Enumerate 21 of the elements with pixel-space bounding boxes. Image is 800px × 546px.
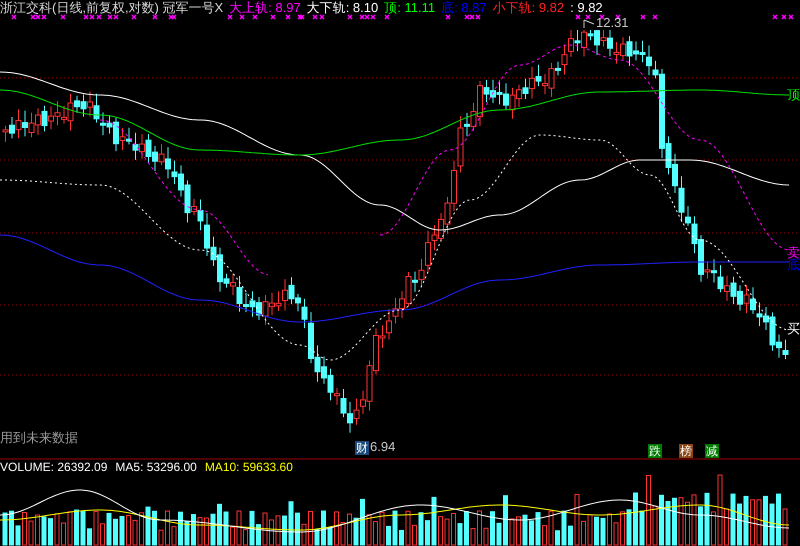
signal-badge: 减	[705, 444, 719, 458]
line-end-label: 卖	[787, 246, 800, 260]
indicator-reading: 大上轨: 8.97	[229, 0, 301, 16]
indicator-reading: 底: 8.87	[441, 0, 487, 16]
high-price-label: 12.31	[596, 16, 629, 30]
line-end-label: 顶	[787, 88, 800, 102]
line-end-label: 买	[787, 322, 800, 336]
volume-reading: MA5: 53296.00	[115, 460, 197, 474]
indicator-reading: 大下轨: 8.10	[306, 0, 378, 16]
signal-badge: 跌	[648, 444, 662, 458]
signal-badge: 榜	[679, 444, 693, 458]
volume-reading: VOLUME: 26392.09	[0, 460, 108, 474]
warning-note: 用到未来数据	[0, 430, 78, 446]
signal-badge: 财	[355, 441, 369, 455]
indicator-reading: 小下轨: 9.82	[492, 0, 564, 16]
line-end-label: 底	[787, 258, 800, 272]
indicator-reading: 顶: 11.11	[384, 0, 436, 16]
indicator-reading: : 9.82	[570, 0, 603, 16]
low-price-label: 6.94	[370, 440, 396, 454]
chart-title: 浙江交科(日线,前复权,对数) 冠军一号X	[0, 0, 224, 16]
volume-reading: MA10: 59633.60	[204, 460, 293, 474]
